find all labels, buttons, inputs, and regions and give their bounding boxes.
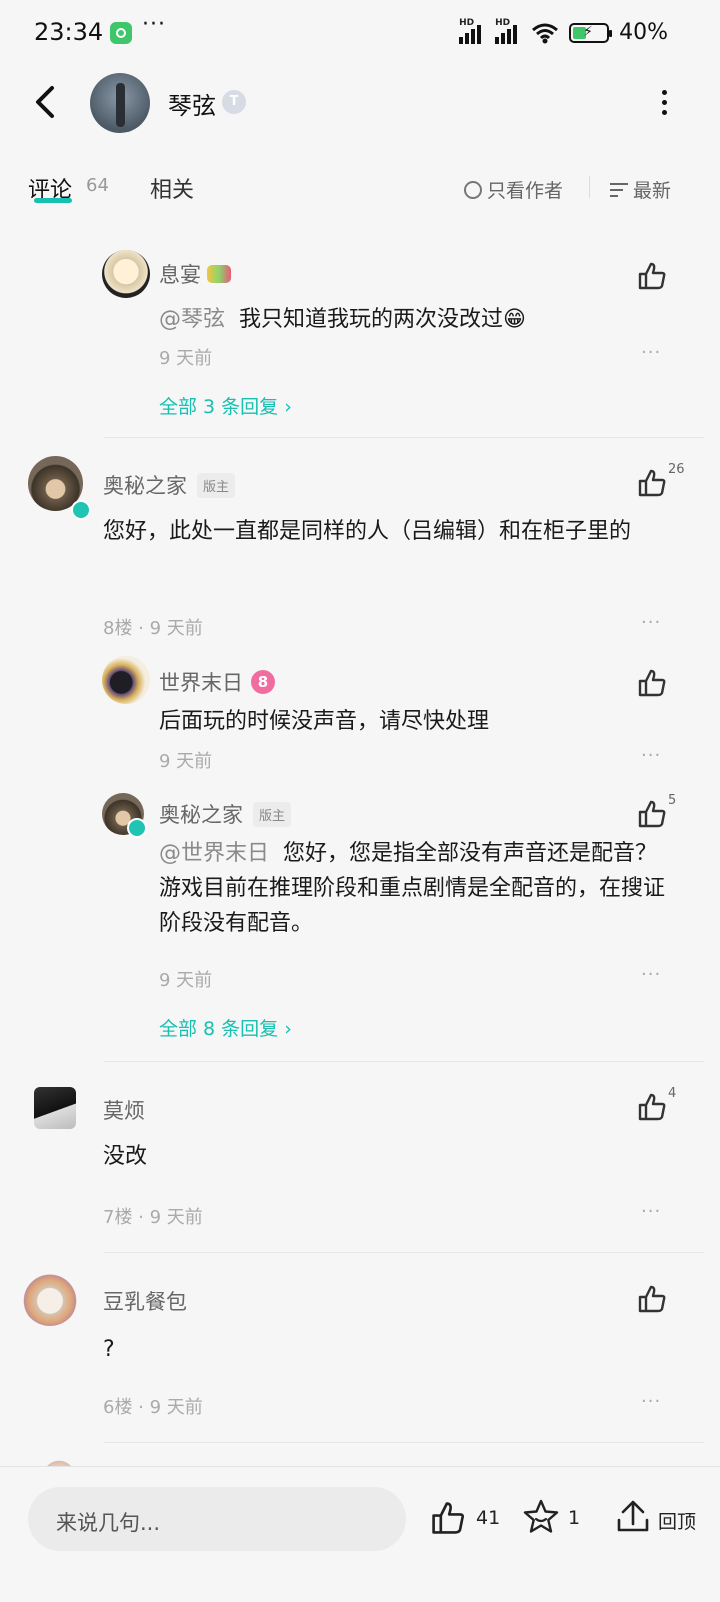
comment-text: 没改: [103, 1144, 148, 1169]
comment-author[interactable]: 莫烦: [103, 1095, 145, 1125]
more-notifications-icon: ···: [142, 12, 166, 37]
comment-more-icon[interactable]: ···: [641, 342, 661, 363]
like-icon[interactable]: [637, 468, 667, 498]
like-icon[interactable]: [637, 1092, 667, 1122]
sort-button[interactable]: 最新: [610, 176, 671, 203]
author-only-label: 只看作者: [487, 180, 564, 202]
comment-header: 息宴: [159, 259, 231, 289]
comment-author[interactable]: 世界末日: [159, 667, 243, 697]
mention-link[interactable]: @世界末日: [159, 841, 269, 866]
avatar[interactable]: [102, 250, 150, 298]
like-icon[interactable]: [637, 799, 667, 829]
like-count: 26: [668, 462, 685, 477]
radio-circle-icon: [464, 180, 482, 199]
sort-label: 最新: [633, 180, 672, 202]
comment-author[interactable]: 豆乳餐包: [103, 1286, 187, 1316]
comment-time: 9 天前: [159, 970, 213, 991]
divider: [104, 1252, 704, 1253]
comment-text: 后面玩的时候没声音，请尽快处理: [159, 709, 490, 734]
comment-input-placeholder[interactable]: 来说几句...: [56, 1507, 160, 1537]
status-indicators: HD HD ⚡ 40%: [459, 18, 668, 45]
favorite-count: 1: [568, 1507, 581, 1529]
comment-more-icon[interactable]: ···: [641, 1391, 661, 1412]
signal-icon: HD: [459, 18, 485, 44]
comment-header: 奥秘之家 版主: [159, 799, 292, 829]
moderator-badge: 版主: [197, 472, 236, 498]
back-arrow-icon[interactable]: [30, 85, 60, 119]
filter-divider: [589, 176, 590, 198]
battery-percent: 40%: [619, 20, 668, 45]
wifi-icon: [532, 23, 559, 43]
emblem-icon: [207, 265, 231, 283]
sort-icon: [610, 182, 628, 198]
favorite-star-icon[interactable]: [522, 1498, 560, 1536]
level-badge: 8: [251, 670, 275, 694]
view-all-replies-link[interactable]: 全部 8 条回复 ›: [159, 1014, 292, 1041]
comment-more-icon[interactable]: ···: [641, 964, 661, 985]
comment-more-icon[interactable]: ···: [641, 1201, 661, 1222]
divider: [104, 1442, 704, 1443]
divider: [104, 437, 704, 438]
signal-icon-2: HD: [495, 18, 521, 44]
comment-author[interactable]: 奥秘之家: [159, 799, 243, 829]
comment-header: 世界末日 8: [159, 667, 275, 697]
like-icon[interactable]: [637, 1284, 667, 1314]
comment-header: 奥秘之家 版主: [103, 470, 236, 500]
back-to-top-icon[interactable]: [616, 1498, 650, 1534]
comment-author[interactable]: 奥秘之家: [103, 470, 187, 500]
back-to-top-label[interactable]: 回顶: [658, 1507, 696, 1534]
like-icon[interactable]: [637, 668, 667, 698]
comment-floor-time: 6楼 · 9 天前: [103, 1397, 203, 1418]
comment-more-icon[interactable]: ···: [641, 745, 661, 766]
like-post-icon[interactable]: [430, 1500, 466, 1536]
page-title[interactable]: 琴弦: [168, 86, 216, 121]
comment-more-icon[interactable]: ···: [641, 612, 661, 633]
author-avatar[interactable]: [90, 73, 150, 133]
avatar[interactable]: [22, 1270, 78, 1326]
comment-time: 9 天前: [159, 751, 213, 772]
mention-link[interactable]: @琴弦: [159, 307, 225, 332]
moderator-badge: 版主: [253, 801, 292, 827]
comment-text: 您好，此处一直都是同样的人（吕编辑）和在柜子里的: [103, 519, 632, 544]
comment-text: ?: [103, 1337, 115, 1362]
avatar[interactable]: [34, 1087, 76, 1129]
verified-icon: [127, 818, 147, 838]
post-like-count: 41: [476, 1507, 501, 1529]
author-only-toggle[interactable]: 只看作者: [464, 176, 563, 203]
view-all-replies-link[interactable]: 全部 3 条回复 ›: [159, 392, 292, 419]
more-options-icon[interactable]: [662, 90, 668, 120]
comment-author[interactable]: 息宴: [159, 259, 201, 289]
like-count: 4: [668, 1086, 677, 1101]
verified-icon: [71, 500, 91, 520]
comment-floor-time: 8楼 · 9 天前: [103, 618, 203, 639]
like-icon[interactable]: [637, 261, 667, 291]
comment-text: @琴弦 我只知道我玩的两次没改过😁: [159, 307, 526, 332]
comment-floor-time: 7楼 · 9 天前: [103, 1207, 203, 1228]
comment-time: 9 天前: [159, 348, 213, 369]
tab-comments-count: 64: [86, 175, 109, 196]
status-time: 23:34: [34, 18, 104, 46]
app-notification-icon: [110, 22, 132, 44]
tab-related[interactable]: 相关: [150, 172, 194, 204]
tab-active-indicator: [34, 198, 72, 203]
like-count: 5: [668, 793, 677, 808]
divider: [104, 1061, 704, 1062]
battery-icon: ⚡: [569, 22, 613, 43]
user-level-badge: T: [222, 90, 246, 114]
avatar[interactable]: [102, 656, 150, 704]
comment-text: @世界末日 您好，您是指全部没有声音还是配音？游戏目前在推理阶段和重点剧情是全配…: [159, 841, 666, 936]
